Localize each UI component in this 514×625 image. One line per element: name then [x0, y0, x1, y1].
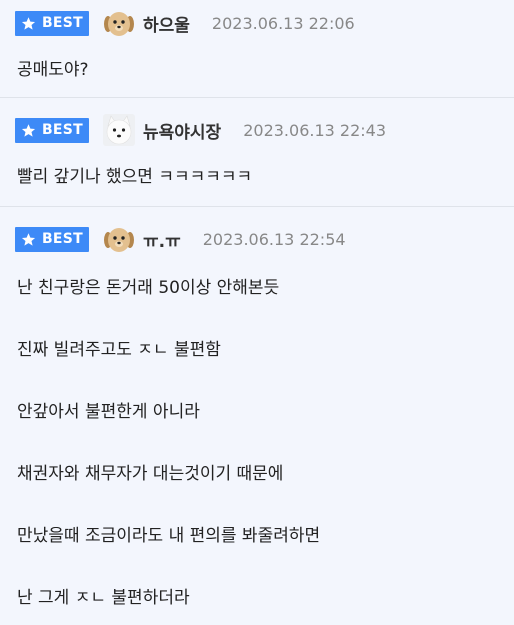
comment-header: BEST 하으울 2023.06.13 22:06 — [15, 7, 355, 39]
star-icon — [21, 232, 36, 246]
best-badge: BEST — [15, 10, 89, 36]
star-icon — [21, 123, 36, 137]
comment-text: 만났을때 조금이라도 내 편의를 봐줄려하면 — [17, 526, 321, 546]
comment-date: 2023.06.13 22:06 — [211, 13, 355, 33]
comment-text: 공매도야? — [17, 60, 89, 80]
white-dog-icon[interactable] — [103, 114, 135, 146]
comment-text: 난 친구랑은 돈거래 50이상 안해본듯 — [17, 278, 280, 298]
puppy-icon[interactable] — [103, 7, 135, 39]
comment-item: BEST 하으울 2023.06.13 22:06 공매도야? — [0, 0, 514, 98]
comment-header: BEST ㅠ.ㅠ 2023.06.13 22:54 — [15, 223, 346, 255]
best-badge: BEST — [15, 226, 89, 252]
star-icon — [21, 16, 36, 30]
comment-header: BEST 뉴욕야시장 2023.06.13 22:43 — [15, 114, 386, 146]
comment-date: 2023.06.13 22:43 — [243, 120, 387, 140]
comment-author[interactable]: 하으울 — [143, 11, 190, 36]
comment-item: BEST ㅠ.ㅠ 2023.06.13 22:54 난 친구랑은 돈거래 50이… — [0, 207, 514, 625]
comment-text: 채권자와 채무자가 대는것이기 때문에 — [17, 464, 284, 484]
comment-text: 빨리 갚기나 했으면 ㅋㅋㅋㅋㅋㅋ — [17, 167, 253, 187]
best-badge: BEST — [15, 117, 89, 143]
comment-text: 난 그게 ㅈㄴ 불편하더라 — [17, 588, 190, 608]
comment-text: 진짜 빌려주고도 ㅈㄴ 불편함 — [17, 340, 221, 360]
comment-author[interactable]: 뉴욕야시장 — [143, 118, 221, 143]
comment-item: BEST 뉴욕야시장 2023.06.13 22:43 빨리 갚기나 했으면 ㅋ… — [0, 98, 514, 207]
comment-text: 안갚아서 불편한게 아니라 — [17, 402, 200, 422]
comment-author[interactable]: ㅠ.ㅠ — [143, 227, 181, 252]
puppy-icon[interactable] — [103, 223, 135, 255]
comment-date: 2023.06.13 22:54 — [202, 229, 346, 249]
